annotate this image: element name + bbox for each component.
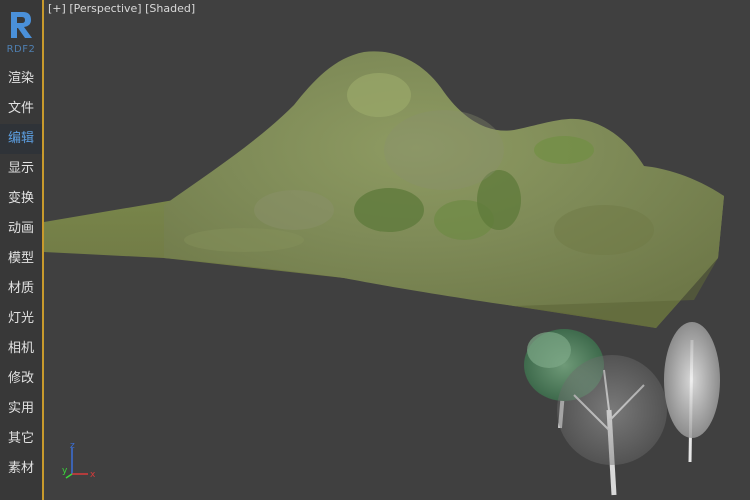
viewport-view-label[interactable]: [Perspective] [69, 2, 141, 15]
sidebar-item-13[interactable]: 素材 [0, 454, 42, 484]
sidebar-item-7[interactable]: 材质 [0, 274, 42, 304]
sidebar-item-10[interactable]: 修改 [0, 364, 42, 394]
scene-render[interactable] [44, 0, 750, 500]
axis-gizmo: z x y [62, 441, 96, 480]
viewport-menu-plus[interactable]: [+] [48, 2, 66, 15]
sidebar-item-8[interactable]: 灯光 [0, 304, 42, 334]
sidebar-item-5[interactable]: 动画 [0, 214, 42, 244]
sidebar-item-12[interactable]: 其它 [0, 424, 42, 454]
app-logo [11, 12, 32, 38]
sidebar-item-1[interactable]: 文件 [0, 94, 42, 124]
sidebar-menu: 渲染 文件 编辑 显示 变换 动画 模型 材质 灯光 相机 修改 实用 其它 素材 [0, 64, 42, 484]
axis-x-label: x [90, 470, 96, 480]
sidebar: RDF2 渲染 文件 编辑 显示 变换 动画 模型 材质 灯光 相机 修改 实用 其它 素材 [0, 0, 44, 500]
tree-bare[interactable] [557, 355, 667, 496]
tree-white[interactable] [664, 322, 720, 463]
viewport-label: [+] [Perspective] [Shaded] [48, 2, 195, 15]
terrain-mesh[interactable] [44, 51, 724, 328]
sidebar-item-9[interactable]: 相机 [0, 334, 42, 364]
sidebar-item-2[interactable]: 编辑 [0, 124, 42, 154]
sidebar-item-4[interactable]: 变换 [0, 184, 42, 214]
viewport-shading-label[interactable]: [Shaded] [145, 2, 195, 15]
sidebar-item-3[interactable]: 显示 [0, 154, 42, 184]
axis-y-label: y [62, 466, 68, 476]
sidebar-item-0[interactable]: 渲染 [0, 64, 42, 94]
axis-z-label: z [70, 441, 75, 451]
sidebar-item-6[interactable]: 模型 [0, 244, 42, 274]
sidebar-item-11[interactable]: 实用 [0, 394, 42, 424]
tree-models[interactable] [524, 322, 720, 496]
3d-viewport[interactable]: [+] [Perspective] [Shaded] z x y [44, 0, 750, 500]
app-logo-subtitle: RDF2 [6, 44, 36, 55]
